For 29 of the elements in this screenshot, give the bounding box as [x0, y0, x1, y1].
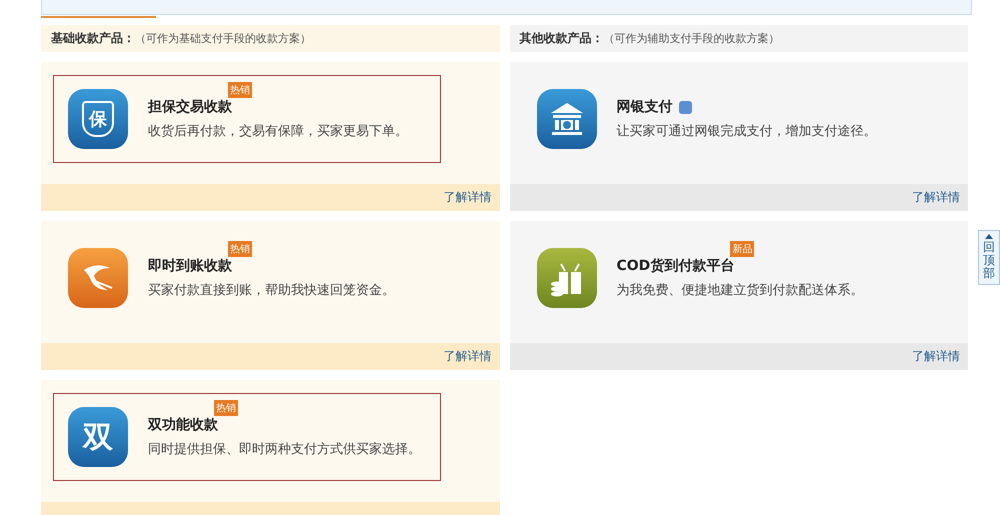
product-icon	[536, 248, 596, 308]
details-link[interactable]: 了解详情	[444, 189, 492, 206]
product-tag: 热销	[228, 82, 252, 98]
details-link[interactable]: 了解详情	[912, 189, 960, 206]
section-title: 其他收款产品：	[520, 30, 604, 47]
product-icon	[68, 248, 128, 308]
back-to-top-button[interactable]: 回顶部	[978, 230, 1000, 285]
product-description: 让买家可通过网银完成支付，增加支付途径。	[616, 123, 876, 140]
product-description: 同时提供担保、即时两种支付方式供买家选择。	[148, 441, 421, 458]
product-title: 担保交易收款	[148, 98, 232, 116]
product-title: 即时到账收款	[148, 257, 232, 275]
product-icon: 保	[68, 89, 128, 149]
details-link[interactable]: 了解详情	[444, 348, 492, 365]
details-link[interactable]: 了解详情	[912, 348, 960, 365]
product-title: 双功能收款	[148, 416, 218, 434]
product-tag: 新品	[730, 241, 754, 257]
product-icon	[536, 89, 596, 149]
product-description: 买家付款直接到账，帮助我快速回笼资金。	[148, 282, 395, 299]
section-title: 基础收款产品：	[51, 30, 135, 47]
product-title: 网银支付	[616, 98, 672, 116]
product-tag: 热销	[214, 400, 238, 416]
section-note: （可作为辅助支付手段的收款方案）	[604, 31, 780, 46]
product-description: 为我免费、便捷地建立货到付款配送体系。	[616, 282, 864, 299]
section-note: （可作为基础支付手段的收款方案）	[135, 31, 311, 46]
product-description: 收货后再付款，交易有保障，买家更易下单。	[148, 123, 408, 140]
info-icon[interactable]	[678, 100, 692, 114]
product-icon: 双	[68, 407, 128, 467]
product-tag: 热销	[228, 241, 252, 257]
product-title: COD货到付款平台	[616, 257, 734, 275]
